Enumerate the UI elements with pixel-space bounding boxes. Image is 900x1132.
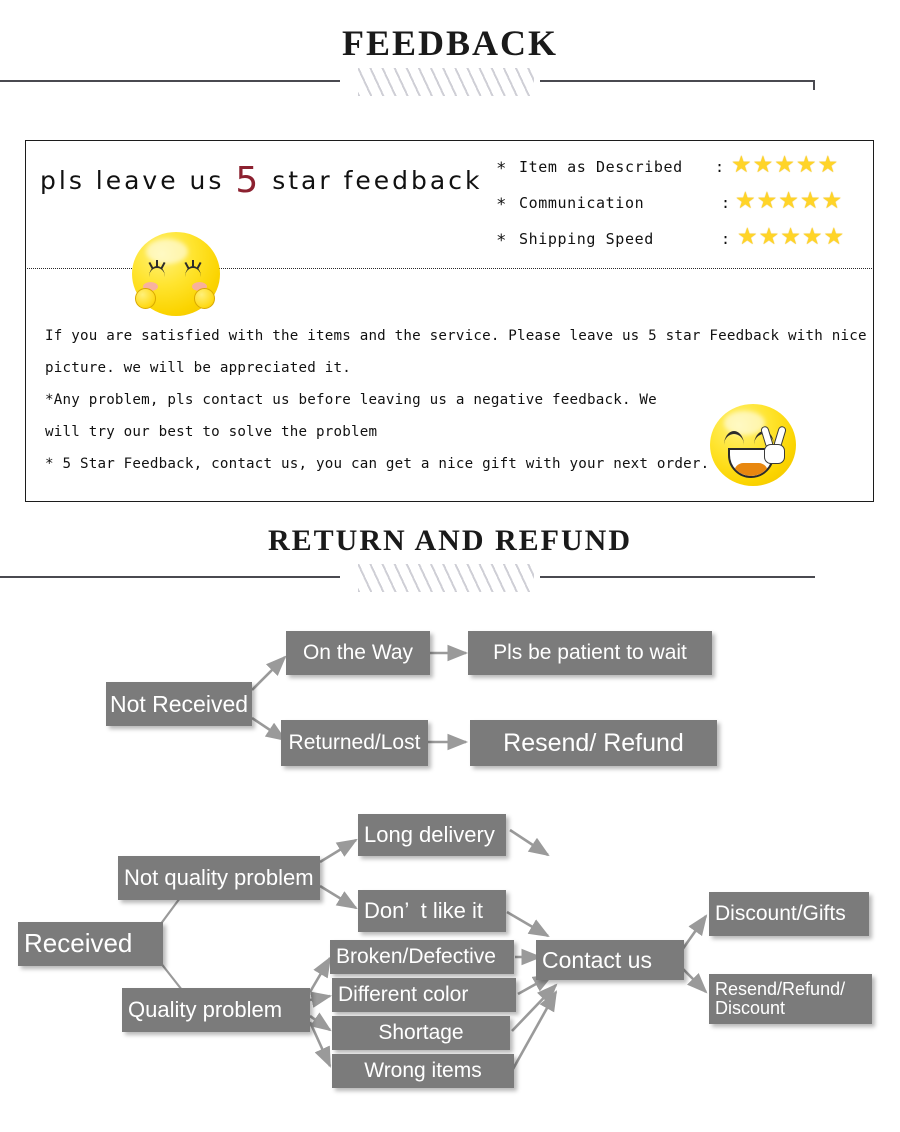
return-refund-divider [0,564,900,592]
feedback-section-header: FEEDBACK [0,22,900,64]
divider-hatch-icon [358,564,534,592]
page-title-return-refund: RETURN AND REFUND [267,524,632,557]
shy-smiley-face-icon [132,232,220,316]
peace-hand-icon [759,425,790,464]
flow-node-discount-gifts[interactable]: Discount/Gifts [709,892,869,936]
flow-node-long-delivery[interactable]: Long delivery [358,814,506,856]
flow-node-resend-refund[interactable]: Resend/ Refund [470,720,717,766]
flow-node-shortage[interactable]: Shortage [332,1016,510,1050]
flow-node-on-the-way[interactable]: On the Way [286,631,430,675]
rating-colon: : [721,194,731,212]
rating-list: * Item as Described : ★★★★★ * Communicat… [497,151,877,263]
feedback-headline-suffix: star feedback [261,166,483,195]
feedback-headline-number: 5 [235,160,262,201]
rating-label: Item as Described [519,158,683,176]
flow-node-received[interactable]: Received [18,922,163,966]
divider-line-left [0,576,340,578]
flow-node-returned-lost[interactable]: Returned/Lost [281,720,428,766]
star-rating-icons: ★★★★★ [737,223,846,249]
divider-corner-bracket [813,80,815,90]
feedback-headline-prefix: pls leave us [40,166,236,195]
rating-label: Shipping Speed [519,230,654,248]
feedback-headline: pls leave us 5 star feedback [40,160,482,201]
peace-sign-smiley-face-icon [710,404,796,486]
flow-node-wrong-items[interactable]: Wrong items [332,1054,514,1088]
divider-hatch-icon [358,68,534,96]
asterisk-icon: * [497,231,506,251]
peace-palm [764,444,785,464]
rating-row-shipping-speed: * Shipping Speed : ★★★★★ [497,223,877,263]
tongue [734,463,768,476]
rating-colon: : [715,158,725,176]
eyelash-right-icon [185,260,201,277]
divider-line-right [540,576,815,578]
flow-node-not-received[interactable]: Not Received [106,682,252,726]
rating-row-communication: * Communication : ★★★★★ [497,187,877,227]
flow-node-dont-like-it[interactable]: Don’ t like it [358,890,506,932]
star-rating-icons: ★★★★★ [731,151,840,177]
asterisk-icon: * [497,159,506,179]
flow-node-quality-problem[interactable]: Quality problem [122,988,310,1032]
flow-node-different-color[interactable]: Different color [332,978,516,1012]
hand-left-icon [135,288,156,309]
flow-node-contact-us[interactable]: Contact us [536,940,684,980]
flow-node-pls-be-patient-to-wait[interactable]: Pls be patient to wait [468,631,712,675]
feedback-body-line: picture. we will be appreciated it. [45,360,351,376]
face-highlight [146,238,189,264]
feedback-body-line: If you are satisfied with the items and … [45,328,867,344]
asterisk-icon: * [497,195,506,215]
hand-right-icon [194,288,215,309]
flow-node-resend-refund-discount[interactable]: Resend/Refund/ Discount [709,974,872,1024]
rating-row-item-as-described: * Item as Described : ★★★★★ [497,151,877,191]
page-title-feedback: FEEDBACK [341,23,559,63]
star-rating-icons: ★★★★★ [735,187,844,213]
flow-node-not-quality-problem[interactable]: Not quality problem [118,856,320,900]
rating-label: Communication [519,194,645,212]
eyelash-left-icon [149,260,165,277]
divider-line-left [0,80,340,82]
feedback-divider [0,68,900,96]
rating-colon: : [721,230,731,248]
divider-line-right [540,80,815,82]
flow-node-broken-defective[interactable]: Broken/Defective [330,940,514,974]
return-refund-section-header: RETURN AND REFUND [0,524,900,558]
